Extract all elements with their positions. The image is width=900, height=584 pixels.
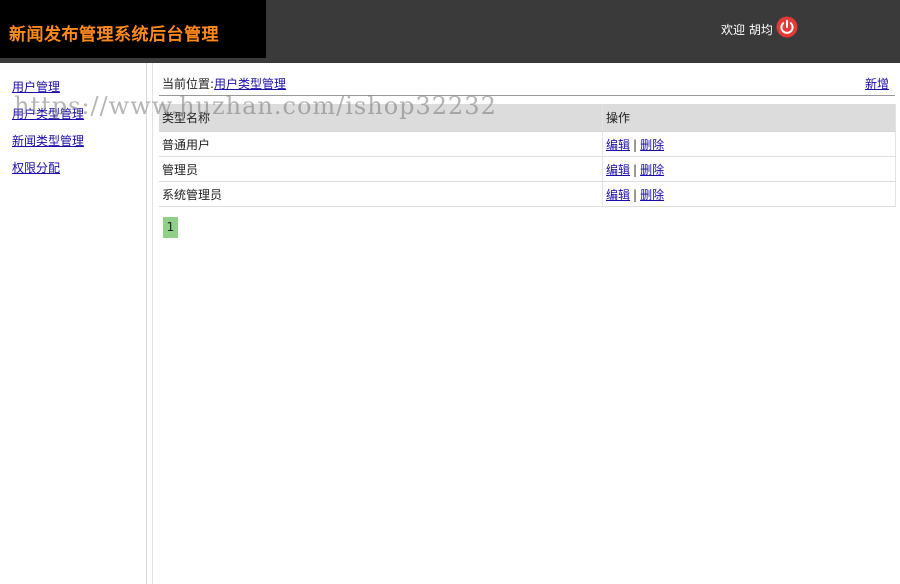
delete-link[interactable]: 删除 bbox=[640, 163, 664, 177]
edit-link[interactable]: 编辑 bbox=[606, 138, 630, 152]
add-button[interactable]: 新增 bbox=[865, 75, 889, 92]
sidebar-item-permission-assignment[interactable]: 权限分配 bbox=[12, 159, 60, 176]
edit-link[interactable]: 编辑 bbox=[606, 188, 630, 202]
app-title: 新闻发布管理系统后台管理 bbox=[9, 25, 219, 45]
sidebar-item-user-type-management[interactable]: 用户类型管理 bbox=[12, 105, 84, 122]
pagination: 1 bbox=[163, 217, 178, 238]
breadcrumb-prefix: 当前位置: bbox=[162, 77, 215, 91]
separator: | bbox=[633, 162, 638, 177]
breadcrumb-link[interactable]: 用户类型管理 bbox=[214, 77, 286, 91]
table-row: 系统管理员 编辑 | 删除 bbox=[159, 181, 896, 207]
table-header-row: 类型名称 操作 bbox=[159, 104, 896, 132]
edit-link[interactable]: 编辑 bbox=[606, 163, 630, 177]
column-header-actions: 操作 bbox=[602, 104, 896, 132]
delete-link[interactable]: 删除 bbox=[640, 138, 664, 152]
sidebar: 用户管理 用户类型管理 新闻类型管理 权限分配 bbox=[0, 63, 147, 584]
separator: | bbox=[633, 187, 638, 202]
actions-cell: 编辑 | 删除 bbox=[602, 156, 896, 182]
breadcrumb: 当前位置:用户类型管理 bbox=[162, 75, 286, 92]
logo-area: 新闻发布管理系统后台管理 bbox=[0, 0, 266, 58]
power-icon[interactable] bbox=[776, 16, 798, 38]
table-row: 普通用户 编辑 | 删除 bbox=[159, 131, 896, 157]
main-content: 当前位置:用户类型管理 新增 类型名称 操作 普通用户 编辑|删除 管理员 bbox=[148, 63, 900, 584]
page-button-current[interactable]: 1 bbox=[163, 217, 178, 238]
actions-cell: 编辑 | 删除 bbox=[602, 181, 896, 207]
welcome-text: 欢迎 胡均 bbox=[721, 23, 773, 37]
actions-cell: 编辑 | 删除 bbox=[602, 131, 896, 157]
type-name-cell: 普通用户 bbox=[159, 131, 603, 157]
table-row: 管理员 编辑 | 删除 bbox=[159, 156, 896, 182]
top-header: 新闻发布管理系统后台管理 欢迎 胡均 bbox=[0, 0, 900, 63]
type-name-cell: 管理员 bbox=[159, 156, 603, 182]
delete-link[interactable]: 删除 bbox=[640, 188, 664, 202]
sidebar-item-news-type-management[interactable]: 新闻类型管理 bbox=[12, 132, 84, 149]
main-panel: 当前位置:用户类型管理 新增 类型名称 操作 普通用户 编辑|删除 管理员 bbox=[152, 63, 898, 584]
divider bbox=[159, 95, 895, 96]
sidebar-item-user-management[interactable]: 用户管理 bbox=[12, 78, 60, 95]
separator: | bbox=[633, 137, 638, 152]
column-header-type-name: 类型名称 bbox=[159, 104, 603, 132]
user-type-table: 类型名称 操作 普通用户 编辑 | 删除 管理员 编辑 | 删除 系统管理员 编… bbox=[159, 104, 896, 207]
type-name-cell: 系统管理员 bbox=[159, 181, 603, 207]
